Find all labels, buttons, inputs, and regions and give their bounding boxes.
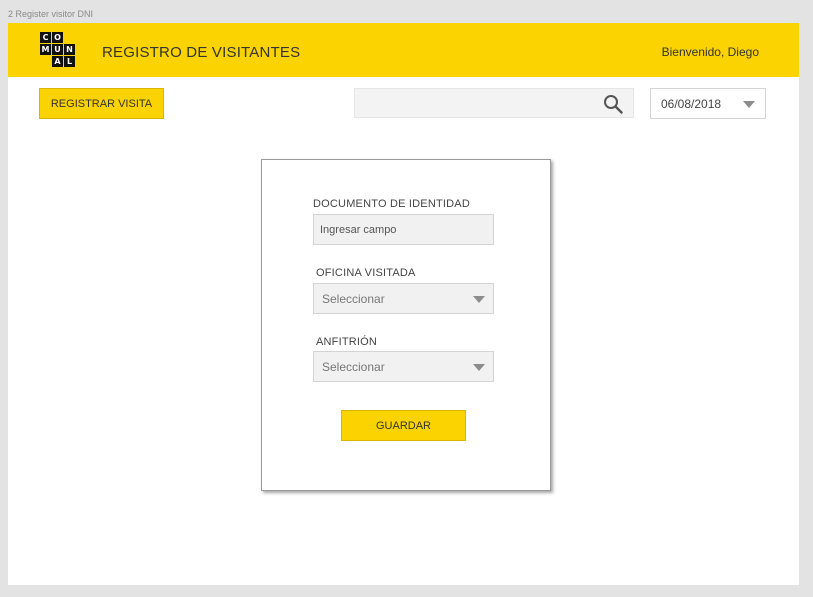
visitor-form-card: DOCUMENTO DE IDENTIDAD Ingresar campo OF… <box>261 159 551 491</box>
logo-cell-l: L <box>64 56 75 67</box>
chevron-down-icon <box>473 364 485 371</box>
welcome-text: Bienvenido, Diego <box>661 45 759 59</box>
logo-cell-a: A <box>52 56 63 67</box>
document-input[interactable]: Ingresar campo <box>313 214 494 245</box>
frame-label: 2 Register visitor DNI <box>8 9 94 19</box>
logo-cell-o: O <box>52 32 63 43</box>
search-input[interactable] <box>354 88 634 118</box>
office-select-value: Seleccionar <box>322 292 385 306</box>
logo-cell-c: C <box>40 32 51 43</box>
save-button[interactable]: GUARDAR <box>341 410 466 441</box>
date-dropdown[interactable]: 06/08/2018 <box>650 88 766 119</box>
chevron-down-icon <box>743 101 755 108</box>
office-select[interactable]: Seleccionar <box>313 283 494 314</box>
logo-cell-m: M <box>40 44 51 55</box>
chevron-down-icon <box>473 296 485 303</box>
logo: C O M U N A L <box>40 32 76 68</box>
page-title: REGISTRO DE VISITANTES <box>102 44 301 61</box>
date-value: 06/08/2018 <box>661 97 722 111</box>
host-select-value: Seleccionar <box>322 360 385 374</box>
search-icon[interactable] <box>603 94 623 114</box>
host-select[interactable]: Seleccionar <box>313 351 494 382</box>
logo-cell-empty <box>64 32 75 43</box>
office-label: OFICINA VISITADA <box>316 267 416 279</box>
logo-cell-empty <box>40 56 51 67</box>
app-header: C O M U N A L REGISTRO DE VISITANTES Bie… <box>8 23 799 77</box>
logo-cell-u: U <box>52 44 63 55</box>
app-canvas: C O M U N A L REGISTRO DE VISITANTES Bie… <box>8 23 799 585</box>
document-label: DOCUMENTO DE IDENTIDAD <box>313 198 470 210</box>
register-visit-button[interactable]: REGISTRAR VISITA <box>39 88 164 119</box>
host-label: ANFITRIÓN <box>316 336 378 348</box>
logo-cell-n: N <box>64 44 75 55</box>
